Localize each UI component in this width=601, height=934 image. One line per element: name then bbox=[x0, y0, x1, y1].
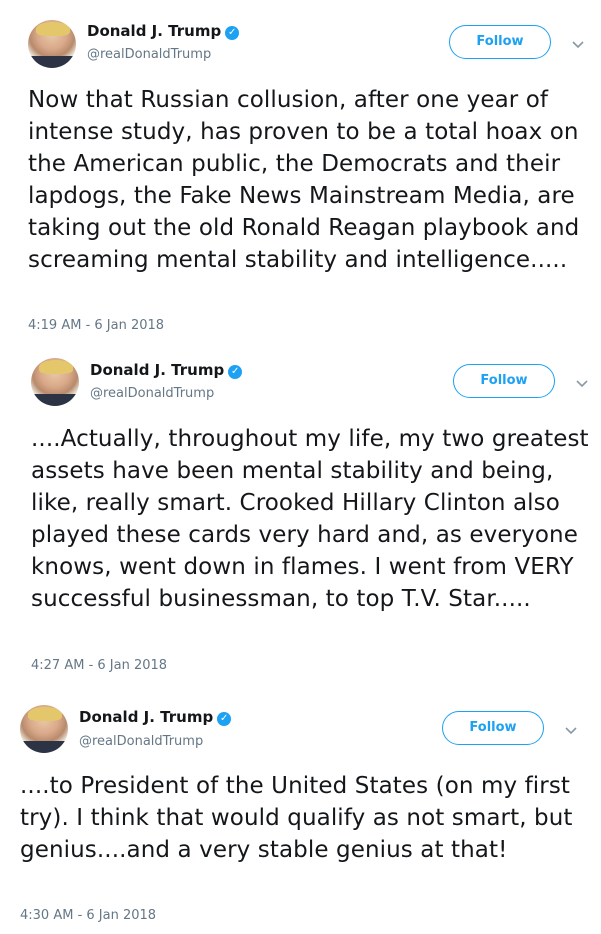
tweet-timestamp[interactable]: 4:19 AM - 6 Jan 2018 bbox=[28, 318, 164, 333]
verified-badge-icon: ✓ bbox=[225, 26, 240, 40]
avatar[interactable] bbox=[28, 20, 76, 68]
author-name[interactable]: Donald J. Trump ✓ bbox=[87, 22, 240, 40]
tweet: Donald J. Trump ✓ @realDonaldTrump Follow… bbox=[0, 0, 601, 345]
tweet: Donald J. Trump ✓ @realDonaldTrump Follow… bbox=[0, 345, 601, 685]
author-handle[interactable]: @realDonaldTrump bbox=[87, 47, 211, 62]
avatar[interactable] bbox=[31, 358, 79, 406]
author-name-text[interactable]: Donald J. Trump bbox=[79, 708, 213, 726]
author-name[interactable]: Donald J. Trump ✓ bbox=[79, 708, 232, 726]
follow-button[interactable]: Follow bbox=[449, 25, 551, 59]
tweet-timestamp[interactable]: 4:30 AM - 6 Jan 2018 bbox=[20, 908, 156, 923]
chevron-down-icon[interactable] bbox=[563, 722, 579, 738]
tweet-text: ....Actually, throughout my life, my two… bbox=[31, 426, 589, 612]
author-handle[interactable]: @realDonaldTrump bbox=[79, 734, 203, 749]
verified-badge-icon: ✓ bbox=[228, 365, 243, 379]
chevron-down-icon[interactable] bbox=[570, 36, 586, 52]
author-name-text[interactable]: Donald J. Trump bbox=[87, 22, 221, 40]
chevron-down-icon[interactable] bbox=[574, 375, 590, 391]
tweet-text: Now that Russian collusion, after one ye… bbox=[28, 87, 580, 273]
author-name-text[interactable]: Donald J. Trump bbox=[90, 361, 224, 379]
verified-badge-icon: ✓ bbox=[217, 712, 232, 726]
tweet-text: ....to President of the United States (o… bbox=[20, 773, 573, 863]
author-name[interactable]: Donald J. Trump ✓ bbox=[90, 361, 243, 379]
tweet-timestamp[interactable]: 4:27 AM - 6 Jan 2018 bbox=[31, 658, 167, 673]
follow-button[interactable]: Follow bbox=[453, 364, 555, 398]
follow-button[interactable]: Follow bbox=[442, 711, 544, 745]
author-handle[interactable]: @realDonaldTrump bbox=[90, 386, 214, 401]
avatar[interactable] bbox=[20, 705, 68, 753]
tweet: Donald J. Trump ✓ @realDonaldTrump Follow… bbox=[0, 690, 601, 934]
